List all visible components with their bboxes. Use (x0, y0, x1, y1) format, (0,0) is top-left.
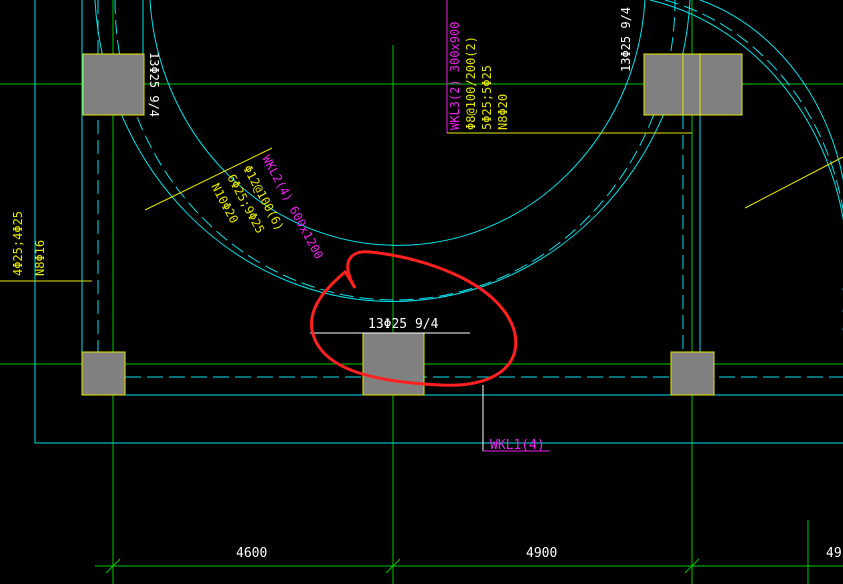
column-top-left[interactable] (82, 53, 145, 116)
dimension-label-3: 49 (826, 546, 842, 561)
right-arc-inner (699, 0, 843, 290)
right-leader (744, 156, 843, 209)
wkl3-stirrup-label: Φ8@100/200(2) (464, 36, 478, 130)
left-side-label: N8Φ16 (33, 240, 47, 276)
wkl1-title-label: WKL1(4) (490, 438, 545, 453)
cad-drawing-canvas[interactable]: 13Φ25 9/4 13Φ25 9/4 13Φ25 9/4 WKL3(2) 30… (0, 0, 843, 584)
wkl3-bars-label: 5Φ25;5Φ25 (480, 65, 494, 130)
column-label-top-left: 13Φ25 9/4 (147, 52, 161, 117)
dimension-label-2: 4900 (526, 546, 557, 561)
column-bottom-left[interactable] (81, 351, 126, 396)
wkl3-side-label: N8Φ20 (496, 94, 510, 130)
column-label-center: 13Φ25 9/4 (368, 317, 439, 332)
columns (81, 53, 743, 396)
column-bottom-center[interactable] (362, 332, 425, 396)
column-bottom-right[interactable] (670, 351, 715, 396)
dimension-line (95, 485, 843, 584)
column-label-top-right: 13Φ25 9/4 (619, 7, 633, 72)
left-bars-label: 4Φ25;4Φ25 (11, 211, 25, 276)
dimension-label-1: 4600 (236, 546, 267, 561)
right-arc-outer (649, 0, 843, 330)
column-top-right[interactable] (643, 53, 743, 116)
wkl3-title-label: WKL3(2) 300x900 (448, 22, 462, 130)
